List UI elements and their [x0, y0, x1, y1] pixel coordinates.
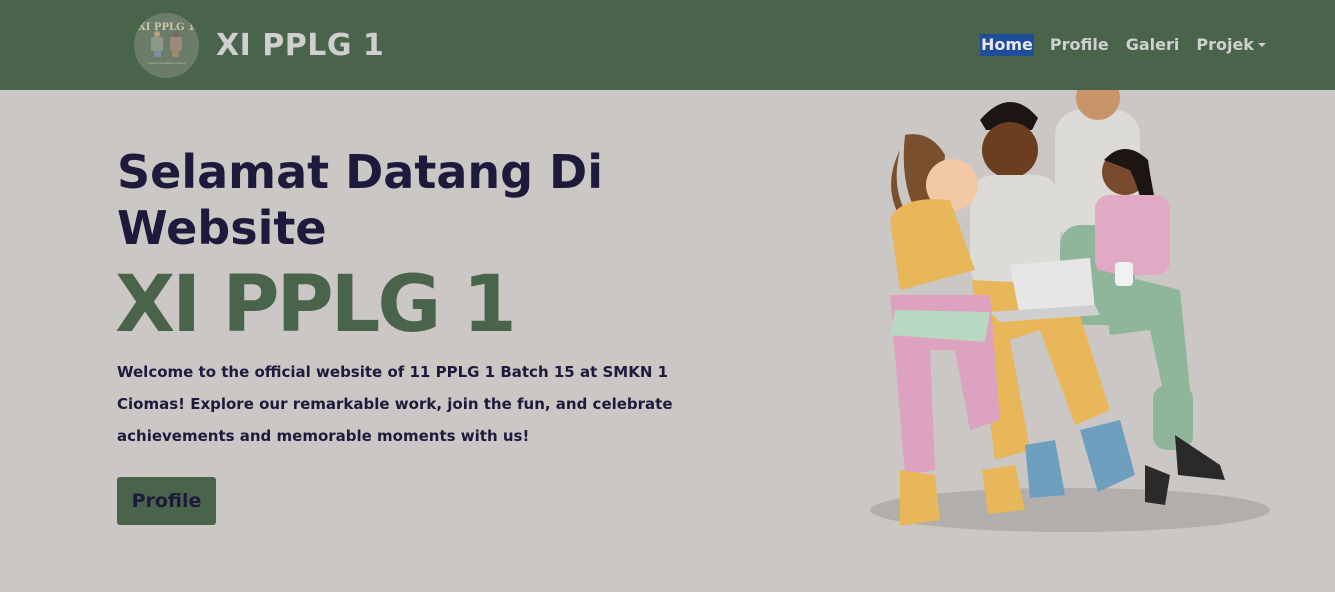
brand-title: XI PPLG 1 [216, 27, 385, 63]
hero-brand-text: XI PPLG 1 [115, 260, 517, 350]
logo-subtext: A place to explore coding [147, 60, 186, 65]
nav-link-profile[interactable]: Profile [1049, 34, 1110, 56]
nav-link-projek[interactable]: Projek [1195, 34, 1267, 56]
nav-link-galeri[interactable]: Galeri [1125, 34, 1181, 56]
nav-link-projek-label: Projek [1196, 35, 1254, 54]
hero-description: Welcome to the official website of 11 PP… [117, 363, 673, 445]
nav-link-home[interactable]: Home [980, 34, 1034, 56]
nav-links: Home Profile Galeri Projek [980, 33, 1282, 57]
profile-button[interactable]: Profile [117, 477, 216, 525]
students-group-illustration [870, 90, 1270, 532]
hero-heading: Selamat Datang Di Website [117, 145, 604, 255]
navbar: XI PPLG 1 A place to explore coding XI P… [0, 0, 1335, 90]
brand-logo: XI PPLG 1 A place to explore coding [134, 12, 199, 78]
logo-figures-icon [151, 30, 182, 57]
caret-down-icon [1257, 43, 1266, 47]
brand-link[interactable]: XI PPLG 1 A place to explore coding XI P… [134, 12, 384, 78]
